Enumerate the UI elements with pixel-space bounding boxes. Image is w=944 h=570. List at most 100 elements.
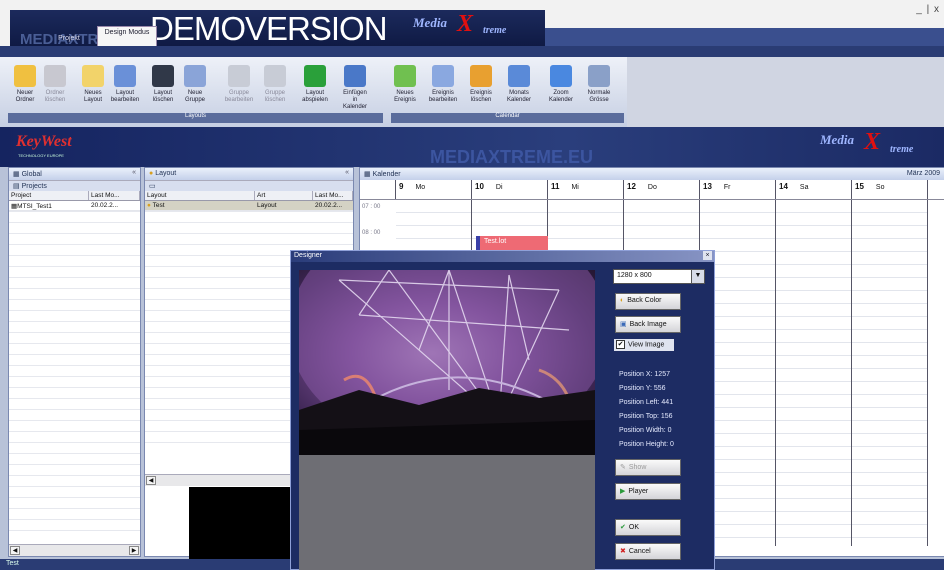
tab-design-modus[interactable]: Design Modus — [97, 26, 157, 46]
logo-media: Media — [820, 132, 854, 147]
layout-tool-icon[interactable]: ▭ — [149, 183, 156, 190]
ribbon-button-5[interactable]: Neue Gruppe — [180, 65, 210, 117]
ribbon-group-layouts: Layouts — [8, 113, 383, 123]
day-header[interactable]: 13 Fr — [700, 180, 776, 199]
title-bar: MEDIAXTREME DEMOVERSION Media X treme _ … — [0, 0, 944, 48]
ok-button[interactable]: ✔ OK — [615, 519, 681, 536]
view-image-label: View Image — [628, 341, 665, 349]
day-number: 10 — [475, 182, 484, 191]
column-project[interactable]: Project — [9, 191, 89, 200]
ribbon-group-calendar: Calendar — [391, 113, 624, 123]
day-number: 13 — [703, 182, 712, 191]
dome-photo — [299, 270, 595, 455]
ribbon-button-0[interactable]: Neuer Ordner — [10, 65, 40, 117]
projects-column-header: Project Last Mo... — [9, 191, 140, 201]
day-header[interactable]: 12 Do — [624, 180, 700, 199]
day-name: So — [875, 184, 885, 191]
player-label: Player — [628, 488, 649, 495]
day-name: Do — [647, 184, 657, 191]
window-controls[interactable]: _ | x — [916, 4, 940, 15]
delete-group-icon — [264, 65, 286, 87]
tab-projekt[interactable]: Projekt — [44, 35, 94, 46]
column-last-modified[interactable]: Last Mo... — [313, 191, 353, 200]
column-layout[interactable]: Layout — [145, 191, 255, 200]
day-column[interactable] — [776, 200, 852, 546]
resolution-select[interactable]: 1280 x 800 ▼ — [613, 269, 705, 284]
projects-header[interactable]: ▤ Projects — [9, 180, 140, 191]
ribbon-button-8[interactable]: Layout abspielen — [300, 65, 330, 117]
checkbox-icon[interactable]: ✔ — [616, 340, 625, 349]
projects-list: ▦MTSI_Test1 20.02.2... — [9, 201, 140, 541]
play-icon: ▶ — [620, 488, 626, 495]
cancel-icon: ✖ — [620, 548, 626, 555]
pin-icon[interactable]: « — [132, 169, 136, 176]
designer-canvas[interactable] — [299, 270, 595, 570]
logo-treme: treme — [483, 25, 507, 36]
position-top: Position Top: 156 — [619, 413, 673, 420]
day-header[interactable]: 9 Mo — [396, 180, 472, 199]
time-label: 07 : 00 — [362, 204, 381, 210]
back-color-label: Back Color — [627, 297, 662, 304]
day-name: Fr — [723, 184, 731, 191]
column-last-modified[interactable]: Last Mo... — [89, 191, 140, 200]
insert-calendar-icon — [344, 65, 366, 87]
ribbon-button-6[interactable]: Gruppe bearbeiten — [224, 65, 254, 117]
mediaxtreme-logo-banner: Media X treme — [820, 129, 940, 162]
back-color-button[interactable]: ◐ Back Color — [615, 293, 681, 310]
show-button[interactable]: ✎ Show — [615, 459, 681, 476]
show-label: Show — [628, 464, 647, 471]
scroll-right-icon[interactable]: ▶ — [129, 546, 139, 555]
project-name: MTSI_Test1 — [17, 203, 52, 210]
position-left: Position Left: 441 — [619, 399, 674, 406]
scroll-left-icon[interactable]: ◀ — [10, 546, 20, 555]
day-number: 14 — [779, 182, 788, 191]
table-row[interactable]: ▦MTSI_Test1 20.02.2... — [9, 201, 140, 211]
calendar-day-header: 9 Mo 10 Di 11 Mi 12 Do 13 Fr 14 Sa 15 So — [360, 180, 944, 200]
layout-art: Layout — [257, 202, 277, 209]
view-image-checkbox[interactable]: ✔ View Image — [614, 339, 674, 351]
ribbon-button-1[interactable]: Ordner löschen — [40, 65, 70, 117]
scroll-left-icon[interactable]: ◀ — [146, 476, 156, 485]
ribbon-button-9[interactable]: Einfügen in Kalender — [340, 65, 370, 117]
close-icon[interactable]: × — [703, 251, 712, 260]
ribbon-button-label: Monats Kalender — [506, 90, 532, 103]
play-icon — [304, 65, 326, 87]
player-button[interactable]: ▶ Player — [615, 483, 681, 500]
ribbon-button-2[interactable]: Neues Layout — [78, 65, 108, 117]
ribbon-button-11[interactable]: Ereignis bearbeiten — [428, 65, 458, 117]
keywest-subtitle: TECHNOLOGY EUROPE — [18, 153, 64, 158]
layout-preview — [189, 487, 299, 559]
day-header[interactable]: 10 Di — [472, 180, 548, 199]
delete-folder-icon — [44, 65, 66, 87]
chevron-down-icon[interactable]: ▼ — [691, 270, 704, 283]
calendar-icon: ▦ — [364, 171, 373, 178]
cancel-button[interactable]: ✖ Cancel — [615, 543, 681, 560]
day-column[interactable] — [852, 200, 928, 546]
pin-icon[interactable]: « — [345, 169, 349, 176]
back-image-button[interactable]: ▣ Back Image — [615, 316, 681, 333]
new-group-icon — [184, 65, 206, 87]
horizontal-scrollbar[interactable]: ◀ ▶ — [9, 544, 140, 556]
column-art[interactable]: Art — [255, 191, 313, 200]
day-header[interactable]: 11 Mi — [548, 180, 624, 199]
ribbon-button-15[interactable]: Normale Grösse — [584, 65, 614, 117]
ribbon-button-7[interactable]: Gruppe löschen — [260, 65, 290, 117]
ribbon-button-13[interactable]: Monats Kalender — [504, 65, 534, 117]
keywest-logo: KeyWest — [16, 133, 72, 150]
day-number: 12 — [627, 182, 636, 191]
table-row[interactable]: ● Test Layout 20.02.2... — [145, 201, 353, 211]
ribbon-button-4[interactable]: Layout löschen — [148, 65, 178, 117]
ribbon-button-3[interactable]: Layout bearbeiten — [110, 65, 140, 117]
ribbon-button-label: Ereignis löschen — [470, 90, 492, 103]
ribbon-button-label: Gruppe bearbeiten — [224, 90, 254, 103]
ribbon-button-14[interactable]: Zoom Kalender — [546, 65, 576, 117]
calendar-title: Kalender — [372, 171, 401, 178]
designer-title-bar[interactable]: Designer × — [291, 251, 714, 262]
day-header[interactable]: 15 So — [852, 180, 928, 199]
day-header[interactable]: 14 Sa — [776, 180, 852, 199]
ribbon-button-12[interactable]: Ereignis löschen — [466, 65, 496, 117]
ribbon-button-10[interactable]: Neues Ereignis — [390, 65, 420, 117]
check-icon: ✔ — [620, 524, 626, 531]
day-name: Mi — [571, 184, 579, 191]
calendar-panel-header: ▦ Kalender März 2009 — [360, 168, 944, 180]
